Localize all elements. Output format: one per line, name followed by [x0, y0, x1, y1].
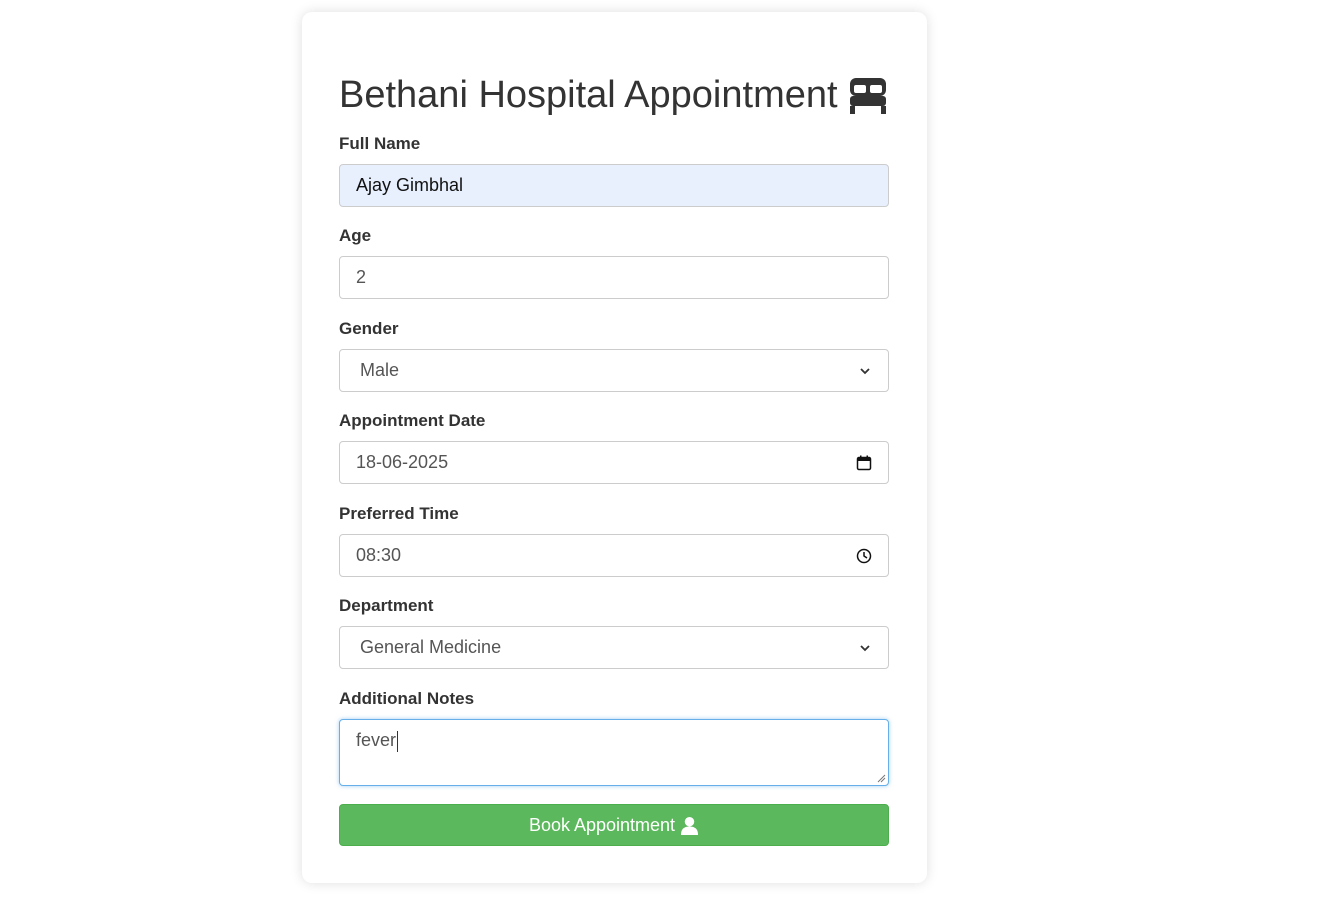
appointment-card: Bethani Hospital Appointment Full Name A…: [302, 12, 927, 883]
preferred-time-value: 08:30: [356, 545, 402, 565]
appointment-date-value: 18-06-2025: [356, 452, 449, 472]
gender-group: Gender Male: [339, 319, 889, 392]
notes-label: Additional Notes: [339, 689, 475, 708]
notes-value: fever: [356, 730, 399, 752]
full-name-value: Ajay Gimbhal: [356, 175, 464, 195]
form-title-heading: Bethani Hospital Appointment: [339, 74, 888, 117]
preferred-time-input[interactable]: 08:30: [339, 534, 889, 577]
appointment-date-group: Appointment Date 18-06-2025: [339, 411, 889, 484]
user-icon: [680, 816, 699, 835]
clock-icon[interactable]: [856, 548, 872, 564]
appointment-date-input[interactable]: 18-06-2025: [339, 441, 889, 484]
calendar-icon[interactable]: [856, 455, 872, 471]
gender-select[interactable]: Male: [339, 349, 889, 392]
department-select[interactable]: General Medicine: [339, 626, 889, 669]
age-value: 2: [356, 267, 367, 287]
book-appointment-button[interactable]: Book Appointment: [339, 804, 889, 846]
gender-value: Male: [360, 360, 400, 380]
department-value: General Medicine: [360, 637, 502, 657]
notes-textarea[interactable]: fever: [339, 719, 889, 786]
book-appointment-label: Book Appointment: [528, 814, 676, 835]
full-name-label: Full Name: [339, 134, 421, 153]
gender-label: Gender: [339, 319, 399, 338]
age-input[interactable]: 2: [339, 256, 889, 299]
full-name-input[interactable]: Ajay Gimbhal: [339, 164, 889, 207]
preferred-time-label: Preferred Time: [339, 504, 459, 523]
full-name-group: Full Name Ajay Gimbhal: [339, 134, 889, 207]
chevron-down-icon: [860, 644, 870, 651]
notes-group: Additional Notes fever: [339, 689, 889, 786]
page-title: Bethani Hospital Appointment: [339, 74, 838, 116]
age-group: Age 2: [339, 226, 889, 299]
age-label: Age: [339, 226, 372, 245]
resize-grip-icon[interactable]: [877, 774, 886, 783]
bed-icon: [849, 77, 886, 114]
appointment-date-label: Appointment Date: [339, 411, 486, 430]
text-caret: [397, 730, 399, 752]
department-group: Department General Medicine: [339, 596, 889, 669]
preferred-time-group: Preferred Time 08:30: [339, 504, 889, 577]
department-label: Department: [339, 596, 434, 615]
chevron-down-icon: [860, 367, 870, 374]
